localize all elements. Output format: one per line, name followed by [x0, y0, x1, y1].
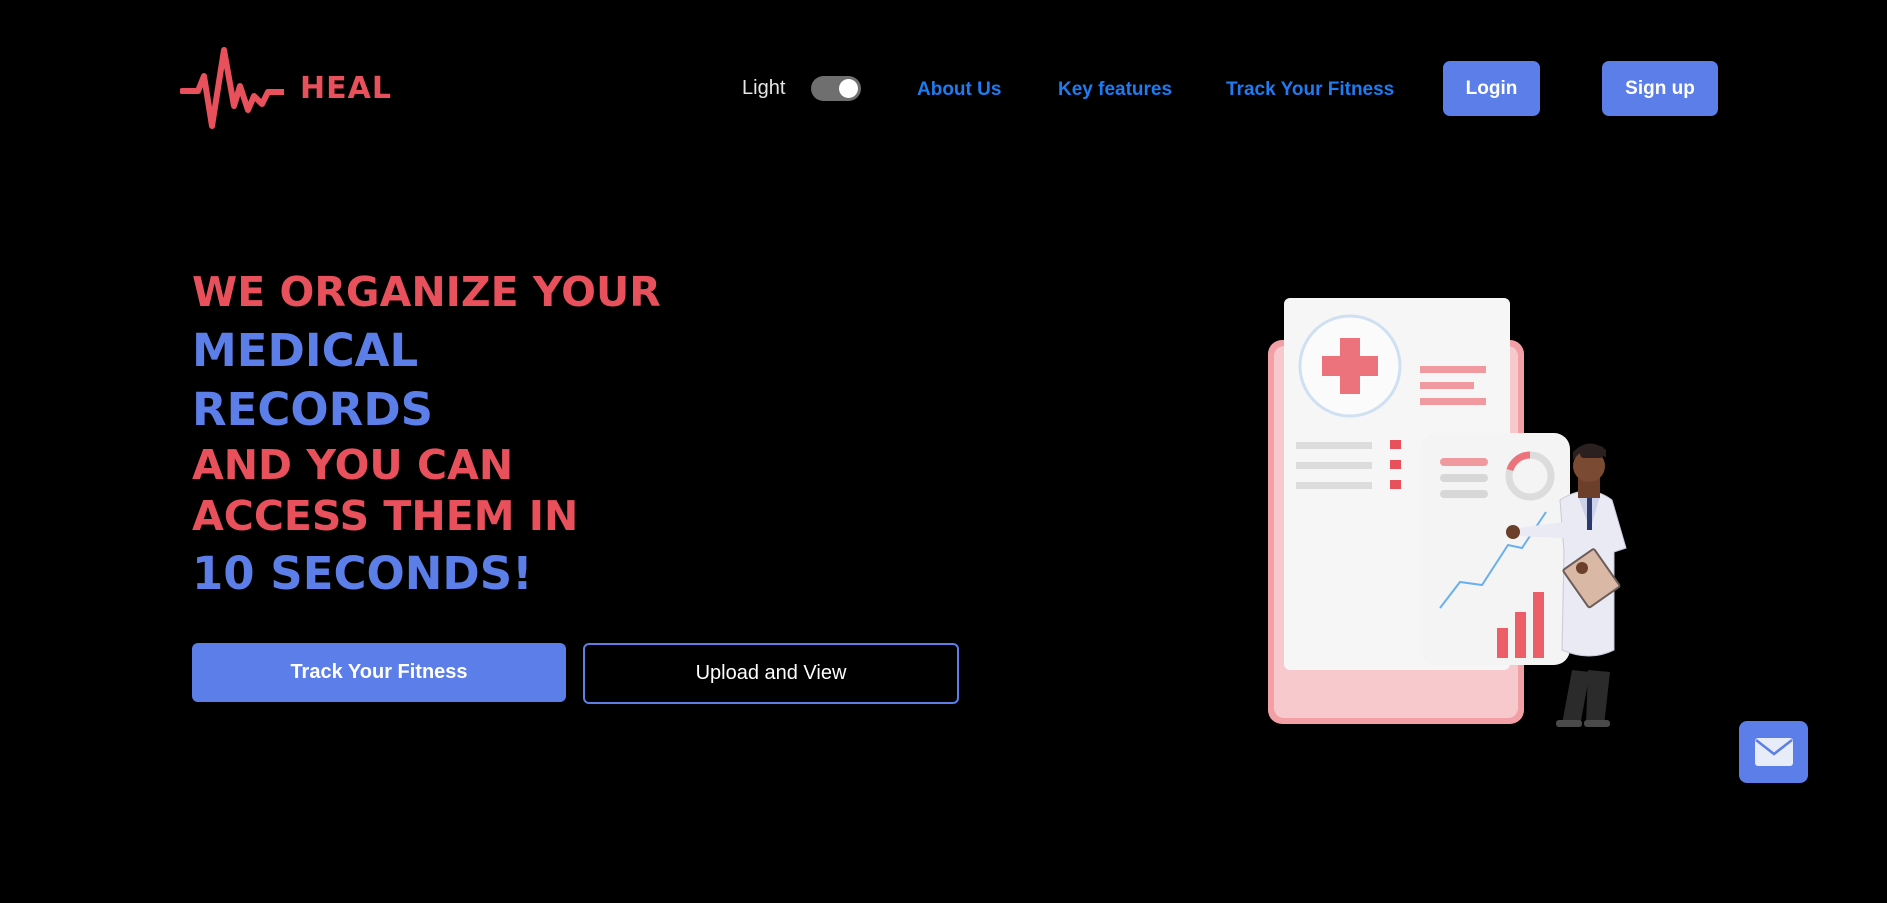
hero-line-1: WE ORGANIZE YOUR	[192, 268, 661, 316]
upload-view-button[interactable]: Upload and View	[583, 643, 959, 704]
landing-page: HEAL Light About Us Key features Track Y…	[0, 0, 1887, 903]
doctor-medical-records-illustration	[1268, 298, 1627, 727]
login-button[interactable]: Login	[1443, 61, 1540, 116]
brand-logo[interactable]: HEAL	[180, 46, 392, 130]
track-fitness-button[interactable]: Track Your Fitness	[192, 643, 566, 702]
heartbeat-pulse-icon	[180, 47, 284, 129]
theme-toggle-label: Light	[742, 77, 786, 99]
hero-line-4: AND YOU CAN	[192, 441, 514, 489]
hero-line-5: ACCESS THEM IN	[192, 492, 579, 540]
theme-switch[interactable]	[811, 76, 862, 101]
nav-link-key-features[interactable]: Key features	[1058, 79, 1172, 101]
hero-line-3: RECORDS	[192, 383, 434, 436]
theme-toggle[interactable]: Light	[742, 76, 862, 101]
hero-line-6: 10 SECONDS!	[192, 547, 533, 600]
hero-line-2: MEDICAL	[192, 324, 419, 377]
nav-link-track-fitness[interactable]: Track Your Fitness	[1226, 79, 1394, 101]
brand-name: HEAL	[300, 70, 392, 106]
switch-knob	[839, 79, 859, 98]
signup-button[interactable]: Sign up	[1602, 61, 1718, 116]
contact-mail-button[interactable]	[1739, 721, 1808, 783]
envelope-icon	[1754, 738, 1793, 766]
nav-link-about-us[interactable]: About Us	[917, 79, 1001, 101]
